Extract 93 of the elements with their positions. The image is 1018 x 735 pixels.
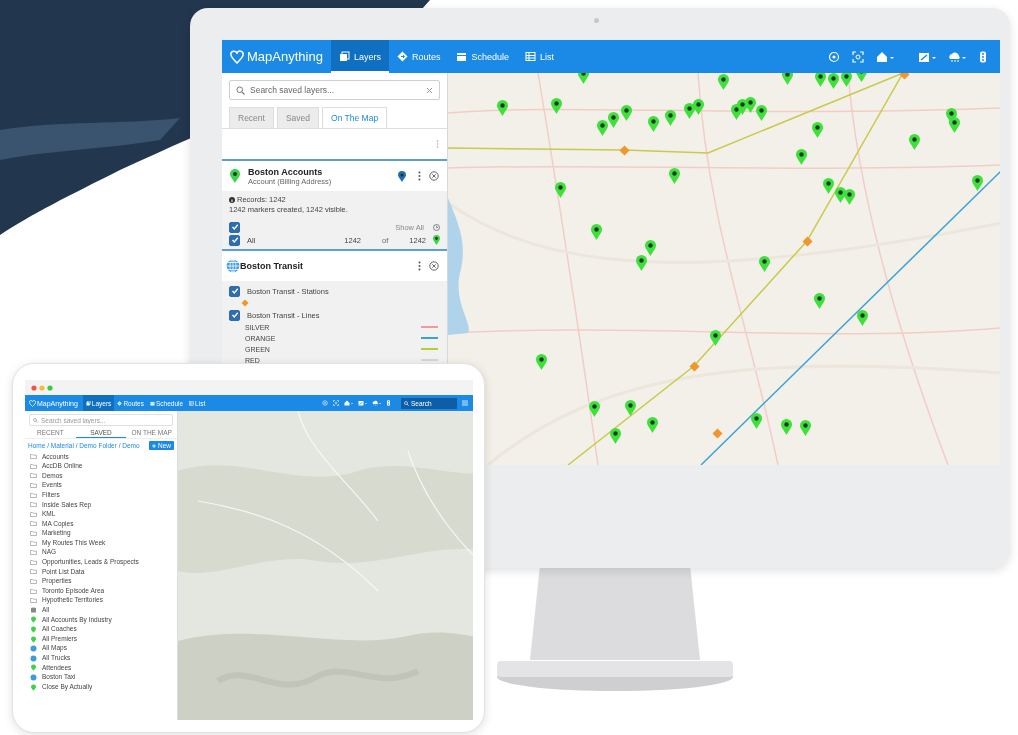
map-pin-icon — [30, 664, 37, 672]
calendar-icon — [456, 51, 468, 62]
map-pin-icon[interactable] — [591, 224, 602, 240]
map-pin-icon[interactable] — [589, 401, 600, 417]
globe-icon — [30, 673, 37, 681]
map-pin-icon[interactable] — [828, 73, 839, 89]
map-pin-icon[interactable] — [844, 189, 855, 205]
pin-heart-icon — [230, 49, 244, 64]
search-icon — [404, 400, 409, 406]
clock-icon — [433, 223, 440, 231]
close-circle-icon[interactable] — [429, 171, 439, 181]
search-field[interactable]: Search saved layers... — [229, 80, 440, 100]
search-icon — [33, 417, 38, 423]
grid-icon — [189, 400, 195, 406]
close-circle-icon[interactable] — [429, 261, 439, 271]
map-pin-icon[interactable] — [756, 105, 767, 121]
map-pin-icon[interactable] — [800, 420, 811, 436]
diamond-arrow-icon — [396, 51, 408, 62]
map-pin-icon[interactable] — [497, 100, 508, 116]
map-pin-icon[interactable] — [718, 74, 729, 90]
map-pin-icon[interactable] — [665, 110, 676, 126]
map-pin-icon — [398, 170, 406, 182]
map-pin-icon[interactable] — [608, 112, 619, 128]
map-pin-icon[interactable] — [949, 117, 960, 133]
database-icon — [30, 606, 37, 614]
map-pin-icon[interactable] — [857, 310, 868, 326]
map-pin-icon — [433, 235, 440, 245]
map-pin-icon[interactable] — [823, 178, 834, 194]
map-pin-icon[interactable] — [841, 73, 852, 87]
nav-tab[interactable]: Schedule — [448, 40, 517, 73]
map-pin-icon[interactable] — [814, 293, 825, 309]
map-pin-icon[interactable] — [812, 122, 823, 138]
map-pin-icon[interactable] — [751, 413, 762, 429]
plus-icon — [152, 443, 156, 448]
cloud-icon[interactable] — [372, 400, 381, 406]
map-pin-icon — [30, 616, 37, 624]
map-pin-icon[interactable] — [909, 134, 920, 150]
search-icon — [236, 85, 245, 95]
map-pin-icon[interactable] — [745, 97, 756, 113]
fullscreen-icon[interactable] — [852, 50, 864, 63]
camera-dot — [594, 18, 599, 23]
diamond-arrow-icon — [117, 400, 123, 406]
target-icon[interactable] — [828, 50, 840, 63]
traffic-light-icon[interactable] — [978, 50, 988, 63]
map-pin-icon[interactable] — [710, 330, 721, 346]
layer-title: Boston Accounts — [248, 166, 324, 177]
map-pin-icon[interactable] — [610, 428, 621, 444]
map-pin-icon[interactable] — [759, 256, 770, 272]
diamond-icon — [241, 299, 249, 307]
map-pin-icon[interactable] — [684, 103, 695, 119]
checkbox[interactable] — [229, 221, 240, 233]
map-pin-icon[interactable] — [796, 149, 807, 165]
nav-tab[interactable]: Routes — [388, 40, 449, 73]
map-pin-icon[interactable] — [551, 98, 562, 114]
layers-icon — [85, 400, 91, 406]
checkbox[interactable] — [229, 285, 240, 297]
kebab-icon[interactable] — [418, 171, 421, 181]
map-pin-icon[interactable] — [669, 168, 680, 184]
map-pin-icon[interactable] — [647, 417, 658, 433]
close-icon[interactable] — [426, 86, 433, 94]
map-pin-icon[interactable] — [625, 400, 636, 416]
layer-title: Boston Transit — [240, 261, 304, 271]
map-pin-icon[interactable] — [972, 175, 983, 191]
map-pin-icon[interactable] — [693, 99, 704, 115]
cloud-icon[interactable] — [948, 50, 966, 63]
map-pin-icon[interactable] — [555, 182, 566, 198]
calendar-icon — [150, 400, 155, 406]
tab[interactable]: On The Map — [322, 107, 388, 128]
map-pin-icon[interactable] — [536, 354, 547, 370]
map-pin-icon — [30, 635, 37, 643]
map-pin-icon[interactable] — [815, 73, 826, 87]
globe-icon — [226, 259, 240, 273]
map-pin-icon — [230, 169, 240, 183]
kebab-icon[interactable] — [418, 261, 421, 271]
map-pin-icon[interactable] — [597, 120, 608, 136]
nav-tab[interactable]: Layers — [330, 40, 389, 73]
nav-tab[interactable]: List — [516, 40, 562, 73]
map-pin-icon[interactable] — [781, 419, 792, 435]
grid-icon — [524, 51, 536, 62]
map-pin-icon[interactable] — [636, 255, 647, 271]
layers-icon — [338, 51, 350, 62]
pin-heart-icon — [29, 399, 36, 407]
map-pin-icon[interactable] — [648, 116, 659, 132]
checkbox[interactable] — [229, 309, 240, 321]
checkbox[interactable] — [229, 234, 240, 246]
map-pin-icon — [30, 683, 37, 691]
app-logo[interactable]: MapAnything — [230, 49, 323, 64]
info-icon — [229, 196, 235, 203]
traffic-light-icon[interactable] — [386, 400, 391, 406]
map-pin-icon[interactable] — [782, 73, 793, 85]
map-pin-icon — [30, 626, 37, 633]
map-pin-icon[interactable] — [621, 105, 632, 121]
map-pin-icon[interactable] — [645, 240, 656, 256]
